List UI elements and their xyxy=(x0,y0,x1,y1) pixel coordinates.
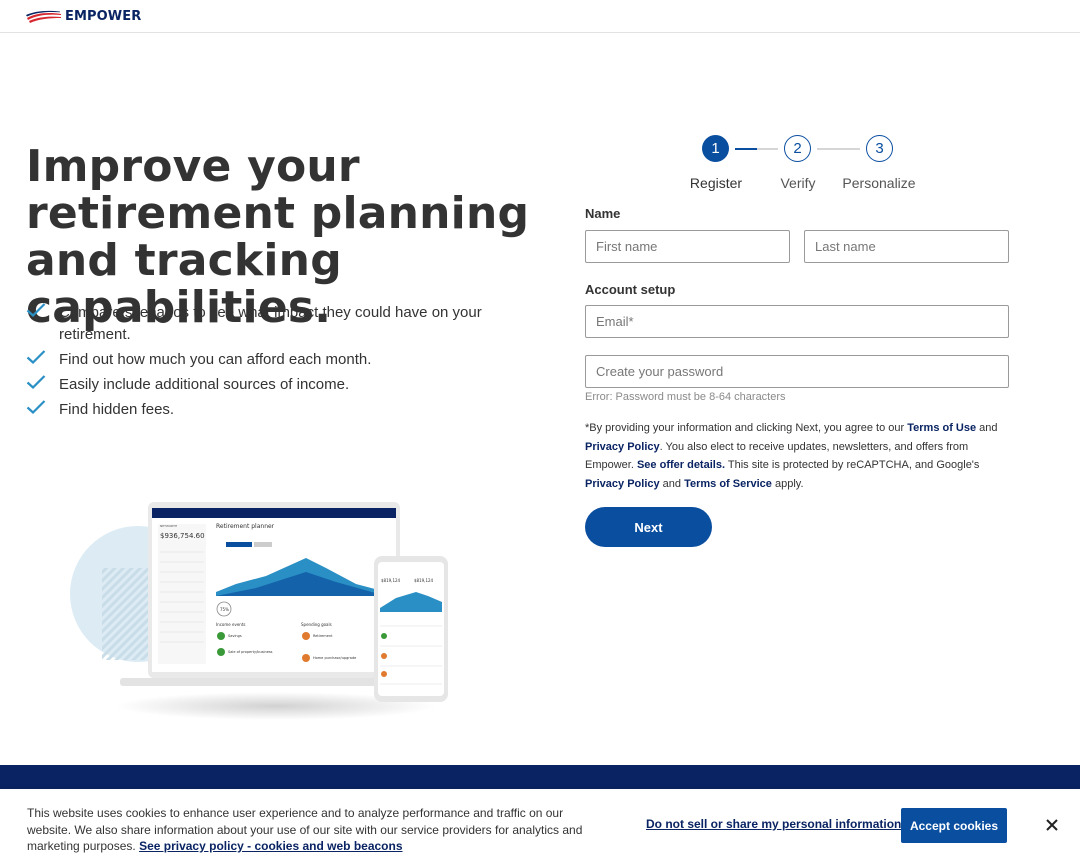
retirement-planner-illustration: NETWORTH $936,754.60 Retirement planner … xyxy=(70,502,448,720)
checkmark-icon xyxy=(26,349,59,369)
illus-balance: $936,754.60 xyxy=(160,532,205,540)
step-3-circle: 3 xyxy=(866,135,893,162)
name-section-label: Name xyxy=(585,206,621,221)
legal-text: *By providing your information and click… xyxy=(585,422,908,434)
offer-details-link[interactable]: See offer details. xyxy=(637,459,725,471)
benefits-list: Compare scenarios to see what impact the… xyxy=(26,302,496,424)
brand-name: EMPOWER xyxy=(65,9,142,24)
close-icon[interactable] xyxy=(1042,815,1062,835)
step-1-label: Register xyxy=(689,175,743,191)
cookie-message: This website uses cookies to enhance use… xyxy=(27,805,602,855)
step-2-circle: 2 xyxy=(784,135,811,162)
next-button[interactable]: Next xyxy=(585,507,712,547)
legal-disclaimer: *By providing your information and click… xyxy=(585,419,1009,493)
benefit-text: Easily include additional sources of inc… xyxy=(59,376,350,393)
name-row xyxy=(585,230,1009,263)
step-3-label: Personalize xyxy=(842,175,916,191)
benefit-item: Compare scenarios to see what impact the… xyxy=(26,302,496,346)
legal-text: This site is protected by reCAPTCHA, and… xyxy=(725,459,980,471)
registration-form: Name Account setup Error: Password must … xyxy=(585,206,1009,547)
registration-stepper: 1 2 3 Register Verify Personalize xyxy=(680,134,930,196)
empower-swoosh-icon xyxy=(26,10,61,23)
illus-event-1: Savings xyxy=(228,634,242,638)
google-privacy-policy-link[interactable]: Privacy Policy xyxy=(585,478,660,490)
google-terms-of-service-link[interactable]: Terms of Service xyxy=(684,478,772,490)
legal-text: and xyxy=(659,477,685,490)
step-2-label: Verify xyxy=(780,175,816,191)
checkmark-icon xyxy=(26,399,59,419)
password-error-text: Error: Password must be 8-64 characters xyxy=(585,391,786,403)
benefit-item: Easily include additional sources of inc… xyxy=(26,374,496,396)
last-name-input[interactable] xyxy=(804,230,1009,263)
legal-text: apply. xyxy=(771,477,804,490)
privacy-policy-cookies-link[interactable]: See privacy policy - cookies and web bea… xyxy=(139,839,402,853)
top-bar: EMPOWER xyxy=(0,0,1080,33)
illus-phone-balance-2: $819,124 xyxy=(414,578,434,583)
benefit-item: Find hidden fees. xyxy=(26,399,496,421)
illus-income-events: Income events xyxy=(216,622,245,627)
step-connector-1 xyxy=(735,148,778,150)
benefit-text: Find hidden fees. xyxy=(59,401,175,418)
benefit-text: Compare scenarios to see what impact the… xyxy=(59,304,482,343)
cookie-banner: This website uses cookies to enhance use… xyxy=(0,789,1080,864)
step-connector-2 xyxy=(817,148,860,150)
empower-logo[interactable]: EMPOWER xyxy=(26,9,141,24)
email-input[interactable] xyxy=(585,305,1009,338)
illus-event-2: Sale of property/business xyxy=(228,650,273,654)
checkmark-icon xyxy=(26,374,59,394)
illus-goal-2: Home purchase/upgrade xyxy=(313,656,356,660)
accept-cookies-button[interactable]: Accept cookies xyxy=(901,808,1007,843)
illus-tip-badge: 75% xyxy=(220,607,229,612)
account-setup-label: Account setup xyxy=(585,282,676,297)
terms-of-use-link[interactable]: Terms of Use xyxy=(907,422,976,434)
illus-account-label: NETWORTH xyxy=(160,524,177,528)
privacy-policy-link[interactable]: Privacy Policy xyxy=(585,441,660,453)
password-input[interactable] xyxy=(585,355,1009,388)
do-not-sell-link[interactable]: Do not sell or share my personal informa… xyxy=(646,817,901,831)
step-1-circle: 1 xyxy=(702,135,729,162)
first-name-input[interactable] xyxy=(585,230,790,263)
illus-planner-title: Retirement planner xyxy=(216,523,275,530)
benefit-item: Find out how much you can afford each mo… xyxy=(26,349,496,371)
illus-phone-balance-1: $819,124 xyxy=(381,578,401,583)
legal-text: and xyxy=(976,422,998,434)
illus-goal-1: Retirement xyxy=(313,634,333,638)
checkmark-icon xyxy=(26,302,59,322)
illus-spending-goals: Spending goals xyxy=(301,622,332,627)
step-connector-progress xyxy=(735,148,757,150)
benefit-text: Find out how much you can afford each mo… xyxy=(59,351,372,368)
